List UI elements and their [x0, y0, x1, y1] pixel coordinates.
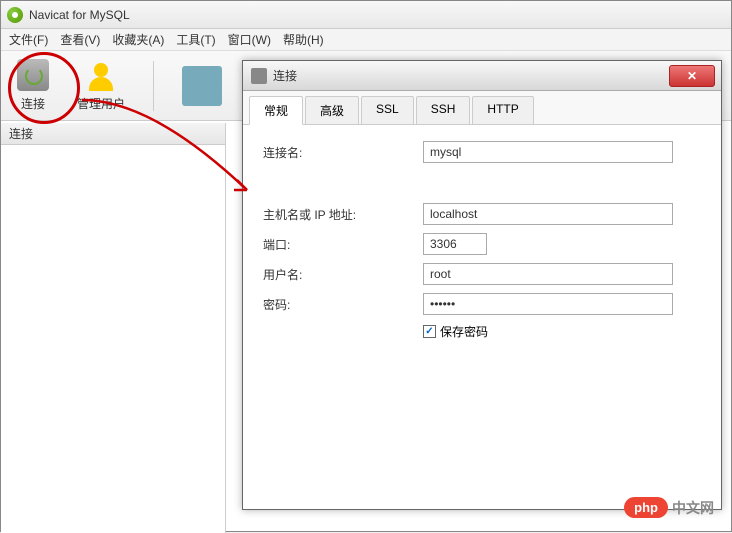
- toolbar-connect-button[interactable]: 连接: [17, 59, 49, 112]
- watermark-text: 中文网: [672, 498, 714, 518]
- toolbar-users-button[interactable]: 管理用户: [77, 59, 125, 112]
- menu-view[interactable]: 查看(V): [60, 31, 100, 48]
- close-icon: ✕: [687, 69, 697, 83]
- row-port: 端口:: [263, 233, 701, 255]
- input-host[interactable]: [423, 203, 673, 225]
- label-save-password: 保存密码: [440, 323, 488, 340]
- user-icon: [85, 59, 117, 91]
- label-password: 密码:: [263, 296, 423, 313]
- input-user[interactable]: [423, 263, 673, 285]
- watermark-pill: php: [624, 497, 668, 518]
- sidebar: 连接: [1, 123, 226, 533]
- toolbar-table-button[interactable]: [182, 66, 222, 106]
- input-connection-name[interactable]: [423, 141, 673, 163]
- dialog-body: 连接名: 主机名或 IP 地址: 端口: 用户名: 密码: 保存密码: [243, 125, 721, 356]
- app-title: Navicat for MySQL: [29, 8, 130, 22]
- dialog-icon: [251, 68, 267, 84]
- tab-ssl[interactable]: SSL: [361, 96, 414, 125]
- toolbar-users-label: 管理用户: [77, 95, 125, 112]
- menu-window[interactable]: 窗口(W): [228, 31, 271, 48]
- row-save-password[interactable]: 保存密码: [423, 323, 701, 340]
- row-host: 主机名或 IP 地址:: [263, 203, 701, 225]
- menu-favorites[interactable]: 收藏夹(A): [112, 31, 164, 48]
- sidebar-header: 连接: [1, 123, 225, 145]
- close-button[interactable]: ✕: [669, 65, 715, 87]
- tab-advanced[interactable]: 高级: [305, 96, 359, 125]
- toolbar-connect-label: 连接: [21, 95, 45, 112]
- dialog-titlebar: 连接 ✕: [243, 61, 721, 91]
- dialog-title: 连接: [273, 67, 669, 84]
- tab-ssh[interactable]: SSH: [416, 96, 471, 125]
- menubar: 文件(F) 查看(V) 收藏夹(A) 工具(T) 窗口(W) 帮助(H): [1, 29, 731, 51]
- row-user: 用户名:: [263, 263, 701, 285]
- checkbox-save-password[interactable]: [423, 325, 436, 338]
- connection-dialog: 连接 ✕ 常规 高级 SSL SSH HTTP 连接名: 主机名或 IP 地址:…: [242, 60, 722, 510]
- row-password: 密码:: [263, 293, 701, 315]
- watermark: php 中文网: [624, 497, 714, 518]
- menu-tools[interactable]: 工具(T): [176, 31, 215, 48]
- main-titlebar: Navicat for MySQL: [1, 1, 731, 29]
- label-user: 用户名:: [263, 266, 423, 283]
- label-host: 主机名或 IP 地址:: [263, 206, 423, 223]
- row-connection-name: 连接名:: [263, 141, 701, 163]
- menu-file[interactable]: 文件(F): [9, 31, 48, 48]
- connect-icon: [17, 59, 49, 91]
- input-port[interactable]: [423, 233, 487, 255]
- toolbar-separator: [153, 61, 154, 111]
- input-password[interactable]: [423, 293, 673, 315]
- table-icon: [182, 66, 222, 106]
- tab-general[interactable]: 常规: [249, 96, 303, 125]
- label-connection-name: 连接名:: [263, 144, 423, 161]
- dialog-tabs: 常规 高级 SSL SSH HTTP: [243, 91, 721, 125]
- menu-help[interactable]: 帮助(H): [283, 31, 324, 48]
- app-icon: [7, 7, 23, 23]
- tab-http[interactable]: HTTP: [472, 96, 533, 125]
- label-port: 端口:: [263, 236, 423, 253]
